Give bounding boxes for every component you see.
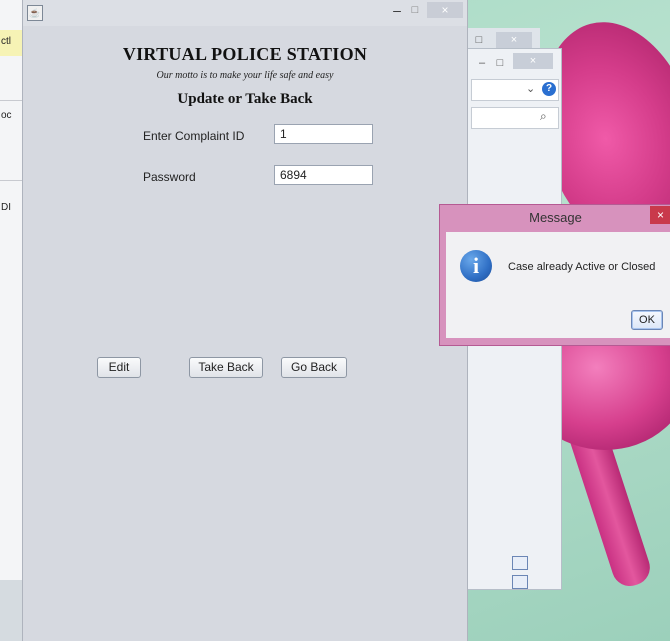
edit-button[interactable]: Edit	[97, 357, 141, 378]
text-snippet: oc	[1, 110, 12, 121]
message-dialog: Message × i Case already Active or Close…	[439, 204, 670, 346]
maximize-icon[interactable]: □	[493, 55, 507, 71]
text-snippet: DI	[1, 202, 11, 213]
preview-view-icon[interactable]	[512, 575, 528, 589]
text-snippet: ctl	[1, 36, 11, 47]
minimize-icon[interactable]: –	[475, 55, 489, 71]
search-input[interactable]: ⌕	[471, 107, 559, 129]
maximize-icon[interactable]: □	[472, 32, 486, 48]
dialog-title[interactable]: Message	[440, 205, 670, 231]
app-title: VIRTUAL POLICE STATION	[122, 44, 368, 64]
dialog-close-button[interactable]: ×	[650, 206, 670, 224]
close-icon[interactable]: ×	[513, 53, 553, 69]
divider	[0, 180, 22, 181]
info-icon: i	[460, 250, 492, 282]
title-bar[interactable]: ☕ – □ ×	[23, 0, 467, 26]
complaint-id-label: Enter Complaint ID	[143, 129, 245, 143]
maximize-button[interactable]: □	[409, 4, 421, 16]
help-icon[interactable]: ?	[542, 82, 556, 96]
virtual-police-station-window: ☕ – □ × VIRTUAL POLICE STATION Our motto…	[22, 0, 468, 641]
address-bar[interactable]: ⌄ ?	[471, 79, 559, 101]
password-input[interactable]: 6894	[274, 165, 373, 185]
strip-footer	[0, 580, 22, 641]
dialog-message: Case already Active or Closed	[508, 261, 656, 273]
form-heading: Update or Take Back	[177, 91, 313, 107]
divider	[0, 100, 22, 101]
app-motto: Our motto is to make your life safe and …	[156, 70, 334, 81]
close-button[interactable]: ×	[427, 2, 463, 18]
close-icon[interactable]: ×	[496, 32, 532, 48]
java-app-icon: ☕	[27, 5, 43, 21]
complaint-id-input[interactable]: 1	[274, 124, 373, 144]
dialog-body: i Case already Active or Closed OK	[446, 232, 670, 338]
background-window-left: ctl oc DI	[0, 0, 22, 641]
take-back-button[interactable]: Take Back	[189, 357, 263, 378]
chevron-down-icon[interactable]: ⌄	[526, 82, 535, 95]
search-icon[interactable]: ⌕	[540, 109, 547, 124]
view-mode-icons	[512, 556, 548, 589]
go-back-button[interactable]: Go Back	[281, 357, 347, 378]
password-label: Password	[143, 170, 196, 184]
details-view-icon[interactable]	[512, 556, 528, 570]
minimize-button[interactable]: –	[391, 3, 403, 18]
ok-button[interactable]: OK	[631, 310, 663, 330]
